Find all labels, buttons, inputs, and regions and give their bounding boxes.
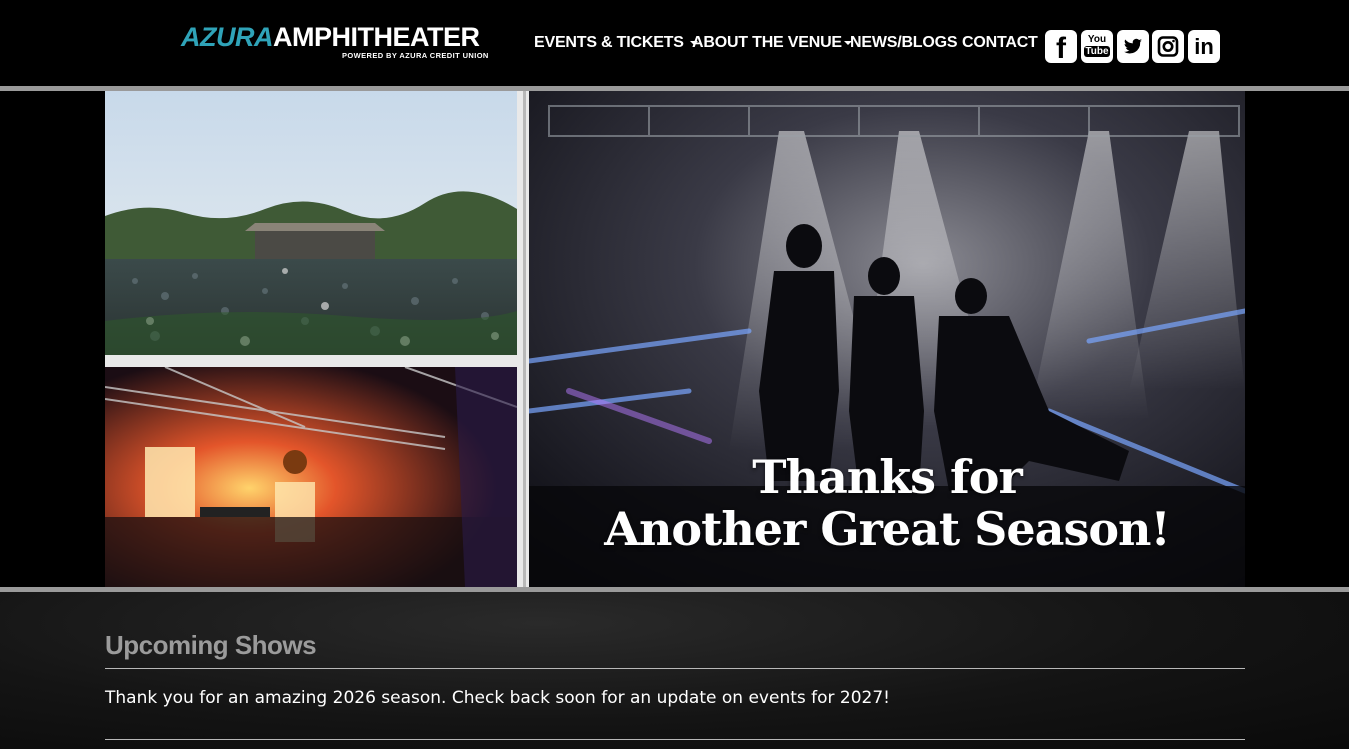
hero-headline: Thanks for Another Great Season! [529,451,1245,555]
section-title: Upcoming Shows [105,630,317,660]
instagram-camera-icon [1157,36,1179,57]
site-header: AZURAAMPHITHEATER POWERED BY AZURA CREDI… [0,0,1349,86]
nav-about-venue[interactable]: ABOUT THE VENUE [692,34,852,52]
logo-amphitheater-text: AMPHITHEATER [273,22,480,52]
nav-about-venue-label: ABOUT THE VENUE [692,34,842,51]
nav-contact[interactable]: CONTACT [962,34,1038,52]
collage-divider-vertical-shadow [523,91,526,587]
youtube-glyph-bottom: Tube [1084,46,1110,57]
hero-headline-line2: Another Great Season! [604,502,1170,556]
nav-events-tickets-label: EVENTS & TICKETS [534,34,684,51]
hero-collage: Thanks for Another Great Season! [105,91,1245,587]
facebook-icon[interactable]: f [1045,30,1077,65]
linkedin-icon[interactable]: in [1188,30,1220,63]
nav-news-blogs-label: NEWS/BLOGS [850,34,958,51]
youtube-icon[interactable]: You Tube [1081,30,1113,63]
hero-banner: Thanks for Another Great Season! [0,91,1349,587]
logo-azura-text: AZURA [181,22,274,52]
youtube-glyph: You Tube [1081,34,1113,67]
section-title-rule [105,668,1245,669]
crowd-photo-image [105,91,517,355]
linkedin-glyph: in [1194,34,1214,59]
upcoming-message: Thank you for an amazing 2026 season. Ch… [105,688,890,708]
site-logo[interactable]: AZURAAMPHITHEATER POWERED BY AZURA CREDI… [118,18,493,62]
facebook-glyph: f [1056,32,1066,65]
twitter-icon[interactable] [1117,30,1149,63]
twitter-bird-icon [1124,38,1142,54]
stage-photo-image [105,367,517,587]
collage-divider-horizontal [105,355,517,367]
section-bottom-rule [105,739,1245,740]
nav-events-tickets[interactable]: EVENTS & TICKETS [534,34,698,52]
youtube-glyph-top: You [1087,34,1107,45]
logo-wordmark: AZURAAMPHITHEATER [181,22,480,52]
nav-contact-label: CONTACT [962,34,1038,51]
soundwave-logo-icon [119,21,178,53]
instagram-icon[interactable] [1152,30,1184,63]
upcoming-shows-section: Upcoming Shows Thank you for an amazing … [0,592,1349,749]
crowd-photo [105,91,517,355]
nav-news-blogs[interactable]: NEWS/BLOGS [850,34,958,52]
stage-photo [105,367,517,587]
hero-headline-line1: Thanks for [752,450,1022,504]
logo-tagline: POWERED BY AZURA CREDIT UNION [342,51,489,60]
